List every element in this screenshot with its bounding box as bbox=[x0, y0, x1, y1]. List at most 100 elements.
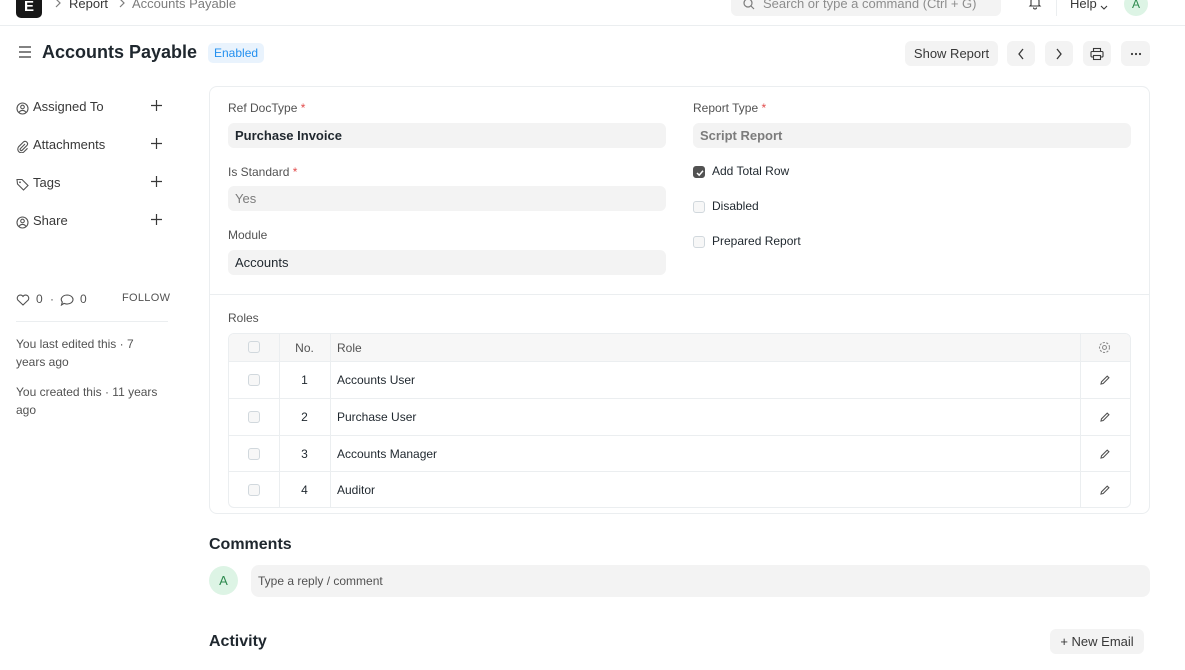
row-checkbox[interactable] bbox=[248, 411, 260, 423]
column-header-no: No. bbox=[295, 341, 314, 355]
add-assignment-plus-icon[interactable] bbox=[150, 99, 163, 115]
module-label: Module bbox=[228, 228, 268, 242]
table-row[interactable]: 3 Accounts Manager bbox=[229, 436, 1130, 472]
next-record-button[interactable] bbox=[1045, 41, 1073, 66]
row-number: 4 bbox=[301, 483, 308, 497]
notification-bell-icon[interactable] bbox=[1028, 0, 1042, 13]
add-tag-plus-icon[interactable] bbox=[150, 175, 163, 191]
required-mark: * bbox=[292, 165, 298, 179]
comment-input[interactable]: Type a reply / comment bbox=[251, 565, 1150, 597]
table-row[interactable]: 2 Purchase User bbox=[229, 399, 1130, 436]
row-role[interactable]: Purchase User bbox=[337, 410, 416, 424]
row-role[interactable]: Accounts User bbox=[337, 373, 415, 387]
is-standard-select[interactable]: Yes bbox=[228, 186, 666, 211]
more-actions-button[interactable] bbox=[1121, 41, 1150, 66]
roles-label: Roles bbox=[228, 311, 259, 325]
add-share-plus-icon[interactable] bbox=[150, 213, 163, 229]
table-row[interactable]: 1 Accounts User bbox=[229, 362, 1130, 399]
row-checkbox[interactable] bbox=[248, 448, 260, 460]
breadcrumb-report[interactable]: Report bbox=[69, 0, 108, 11]
comment-count: 0 bbox=[80, 292, 87, 306]
row-role[interactable]: Accounts Manager bbox=[337, 447, 437, 461]
navbar: E Report Accounts Payable Search or type… bbox=[0, 0, 1185, 26]
help-label: Help bbox=[1070, 0, 1097, 11]
print-button[interactable] bbox=[1083, 41, 1111, 66]
sidebar-item-label: Attachments bbox=[33, 137, 106, 152]
breadcrumb-chevron-icon bbox=[54, 0, 62, 11]
sidebar-item-label: Tags bbox=[33, 175, 61, 190]
assign-user-icon bbox=[16, 102, 29, 118]
sidebar-item-tags[interactable]: Tags bbox=[16, 175, 168, 195]
sidebar-toggle-icon[interactable] bbox=[18, 46, 32, 61]
page-title: Accounts Payable bbox=[42, 42, 198, 62]
printer-icon bbox=[1090, 47, 1104, 60]
chevron-right-icon bbox=[1056, 48, 1062, 59]
report-type-select[interactable]: Script Report bbox=[693, 123, 1131, 148]
add-total-row-label: Add Total Row bbox=[712, 164, 790, 178]
checkbox-unchecked[interactable] bbox=[693, 236, 705, 248]
likes-comments-bar: 0 · 0 FOLLOW bbox=[16, 292, 170, 309]
column-header-role: Role bbox=[337, 341, 362, 355]
sidebar-divider bbox=[16, 321, 168, 322]
heart-icon[interactable] bbox=[16, 294, 30, 309]
new-email-button[interactable]: + New Email bbox=[1050, 629, 1144, 654]
check-icon bbox=[696, 170, 704, 177]
ellipsis-icon bbox=[1130, 52, 1141, 55]
help-dropdown[interactable]: Help bbox=[1070, 0, 1108, 11]
ref-doctype-label: Ref DocType * bbox=[228, 101, 305, 115]
app-logo[interactable]: E bbox=[16, 0, 42, 18]
table-row[interactable]: 4 Auditor bbox=[229, 472, 1130, 507]
previous-record-button[interactable] bbox=[1007, 41, 1035, 66]
breadcrumb-chevron-icon bbox=[118, 0, 126, 11]
disabled-label: Disabled bbox=[712, 199, 759, 213]
created-note: You created this · 11 years ago bbox=[16, 385, 158, 417]
checkbox-checked[interactable] bbox=[693, 166, 705, 178]
user-avatar[interactable]: A bbox=[1124, 0, 1148, 16]
row-checkbox[interactable] bbox=[248, 484, 260, 496]
row-number: 1 bbox=[301, 373, 308, 387]
report-type-label: Report Type * bbox=[693, 101, 766, 115]
comment-avatar: A bbox=[209, 566, 238, 595]
pencil-edit-icon[interactable] bbox=[1099, 374, 1111, 389]
required-mark: * bbox=[761, 101, 767, 115]
report-type-label-text: Report Type bbox=[693, 101, 759, 115]
sidebar-item-label: Share bbox=[33, 213, 68, 228]
comment-bubble-icon bbox=[60, 294, 74, 309]
paperclip-icon bbox=[16, 140, 29, 156]
breadcrumb-current[interactable]: Accounts Payable bbox=[132, 0, 236, 11]
last-edited-note: You last edited this · 7 years ago bbox=[16, 337, 134, 369]
ref-doctype-field[interactable]: Purchase Invoice bbox=[228, 123, 666, 148]
activity-heading: Activity bbox=[209, 633, 267, 650]
pencil-edit-icon[interactable] bbox=[1099, 411, 1111, 426]
checkbox-unchecked[interactable] bbox=[693, 201, 705, 213]
pencil-edit-icon[interactable] bbox=[1099, 484, 1111, 499]
gear-icon[interactable] bbox=[1098, 341, 1111, 357]
row-role[interactable]: Auditor bbox=[337, 483, 375, 497]
search-icon bbox=[743, 0, 755, 13]
share-user-icon bbox=[16, 216, 29, 232]
module-field[interactable]: Accounts bbox=[228, 250, 666, 275]
chevron-left-icon bbox=[1018, 48, 1024, 59]
column-divider bbox=[279, 334, 280, 507]
follow-button[interactable]: FOLLOW bbox=[122, 292, 170, 304]
sidebar-item-share[interactable]: Share bbox=[16, 213, 168, 233]
column-divider bbox=[330, 334, 331, 507]
row-number: 3 bbox=[301, 447, 308, 461]
roles-table: No. Role 1 Accounts User 2 Purchase User… bbox=[228, 333, 1131, 508]
column-divider bbox=[1080, 334, 1081, 507]
search-bar[interactable]: Search or type a command (Ctrl + G) bbox=[731, 0, 1001, 16]
is-standard-label: Is Standard * bbox=[228, 165, 297, 179]
add-attachment-plus-icon[interactable] bbox=[150, 137, 163, 153]
show-report-button[interactable]: Show Report bbox=[905, 41, 998, 66]
required-mark: * bbox=[300, 101, 306, 115]
sidebar-item-attachments[interactable]: Attachments bbox=[16, 137, 168, 157]
pencil-edit-icon[interactable] bbox=[1099, 448, 1111, 463]
tag-icon bbox=[16, 178, 29, 194]
sidebar-item-assigned-to[interactable]: Assigned To bbox=[16, 99, 168, 119]
row-checkbox[interactable] bbox=[248, 374, 260, 386]
comments-heading: Comments bbox=[209, 536, 292, 553]
search-input[interactable]: Search or type a command (Ctrl + G) bbox=[763, 0, 977, 11]
select-all-checkbox[interactable] bbox=[248, 341, 260, 353]
chevron-down-icon bbox=[1100, 0, 1108, 14]
status-badge: Enabled bbox=[208, 43, 265, 63]
